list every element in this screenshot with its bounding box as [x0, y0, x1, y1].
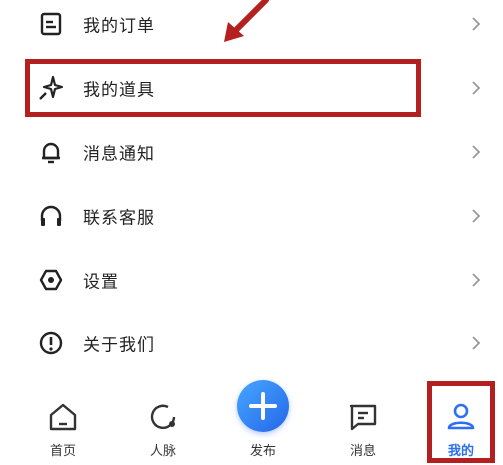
- settings-icon: [36, 265, 66, 295]
- tab-label: 人脉: [149, 444, 176, 459]
- tab-label: 消息: [349, 444, 376, 459]
- menu-item-customer-service[interactable]: 联系客服: [0, 186, 503, 246]
- home-icon: [46, 400, 80, 434]
- headset-icon: [36, 201, 66, 231]
- publish-button[interactable]: [237, 380, 289, 432]
- highlight-box-props: [25, 59, 421, 117]
- chevron-right-icon: [469, 79, 483, 97]
- chevron-right-icon: [469, 143, 483, 161]
- highlight-box-profile-tab: [427, 381, 495, 463]
- menu-item-label: 设置: [83, 272, 119, 293]
- order-icon: [36, 9, 66, 39]
- chevron-right-icon: [469, 271, 483, 289]
- chevron-right-icon: [469, 334, 483, 352]
- arrow-annotation-icon: [222, 0, 270, 44]
- message-icon: [346, 400, 380, 434]
- tab-home[interactable]: 首页: [28, 386, 98, 465]
- menu-item-notifications[interactable]: 消息通知: [0, 122, 503, 182]
- publish-label: 发布: [249, 444, 276, 459]
- network-icon: [146, 400, 180, 434]
- menu-item-label: 关于我们: [83, 335, 155, 356]
- bell-icon: [36, 137, 66, 167]
- tab-label: 首页: [49, 444, 76, 459]
- chevron-right-icon: [469, 15, 483, 33]
- menu-item-settings[interactable]: 设置: [0, 250, 503, 310]
- menu-item-about[interactable]: 关于我们: [0, 313, 503, 373]
- plus-icon: [249, 392, 277, 420]
- menu-item-label: 消息通知: [83, 144, 155, 165]
- chevron-right-icon: [469, 207, 483, 225]
- info-icon: [36, 328, 66, 358]
- menu-item-label: 我的订单: [83, 16, 155, 37]
- tab-messages[interactable]: 消息: [328, 386, 398, 465]
- menu-item-label: 联系客服: [83, 208, 155, 229]
- tab-network[interactable]: 人脉: [128, 386, 198, 465]
